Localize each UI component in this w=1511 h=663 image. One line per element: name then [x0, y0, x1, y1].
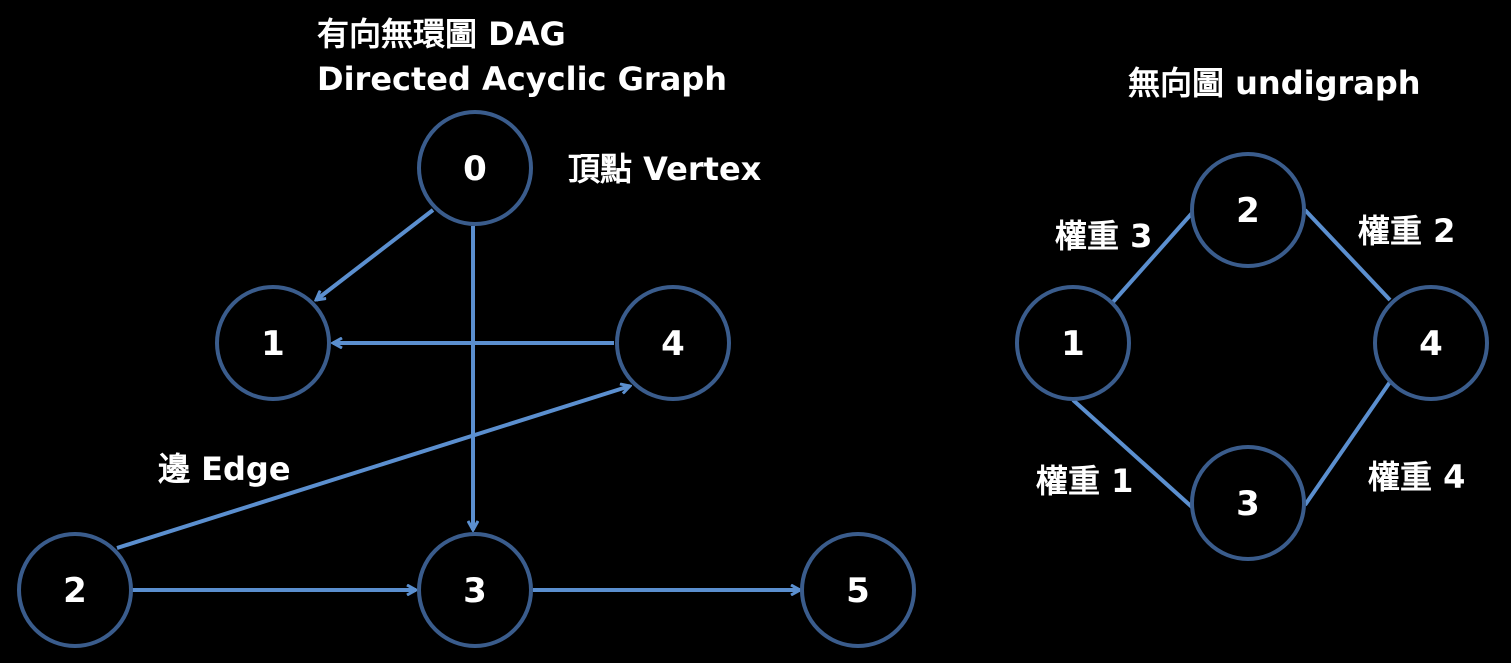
dag-node-label: 1: [261, 324, 285, 364]
weight-label-1-2: 權重 3: [1055, 217, 1152, 255]
dag-node-0: 0: [417, 110, 533, 226]
dag-title-line2: Directed Acyclic Graph: [317, 60, 727, 98]
dag-node-4: 4: [615, 285, 731, 401]
undigraph-node-label: 4: [1419, 324, 1443, 364]
weight-label-1-3: 權重 1: [1036, 462, 1133, 500]
dag-node-5: 5: [800, 532, 916, 648]
undigraph-node-label: 1: [1061, 324, 1085, 364]
dag-node-label: 3: [463, 571, 487, 611]
undigraph-node-label: 3: [1236, 484, 1260, 524]
dag-node-2: 2: [17, 532, 133, 648]
undigraph-node-1: 1: [1015, 285, 1131, 401]
edge-label: 邊 Edge: [158, 450, 291, 488]
dag-node-3: 3: [417, 532, 533, 648]
dag-title-line1: 有向無環圖 DAG: [317, 15, 566, 53]
weight-label-2-4: 權重 2: [1358, 212, 1455, 250]
undigraph-node-4: 4: [1373, 285, 1489, 401]
undigraph-node-3: 3: [1190, 445, 1306, 561]
dag-node-label: 2: [63, 571, 87, 611]
vertex-label: 頂點 Vertex: [568, 150, 762, 188]
graph-diagram: 有向無環圖 DAG Directed Acyclic Graph 頂點 Vert…: [17, 15, 1489, 648]
dag-node-label: 4: [661, 324, 685, 364]
weight-label-3-4: 權重 4: [1368, 458, 1465, 496]
dag-node-label: 0: [463, 149, 487, 189]
dag-edge-0-1: [316, 208, 435, 300]
undigraph-title: 無向圖 undigraph: [1128, 64, 1421, 102]
undigraph-node-label: 2: [1236, 191, 1260, 231]
dag-node-label: 5: [846, 571, 870, 611]
dag-nodes: 0 1 4 2 3 5: [17, 110, 916, 648]
dag-node-1: 1: [215, 285, 331, 401]
dag-edges: [116, 208, 800, 590]
undigraph-node-2: 2: [1190, 152, 1306, 268]
